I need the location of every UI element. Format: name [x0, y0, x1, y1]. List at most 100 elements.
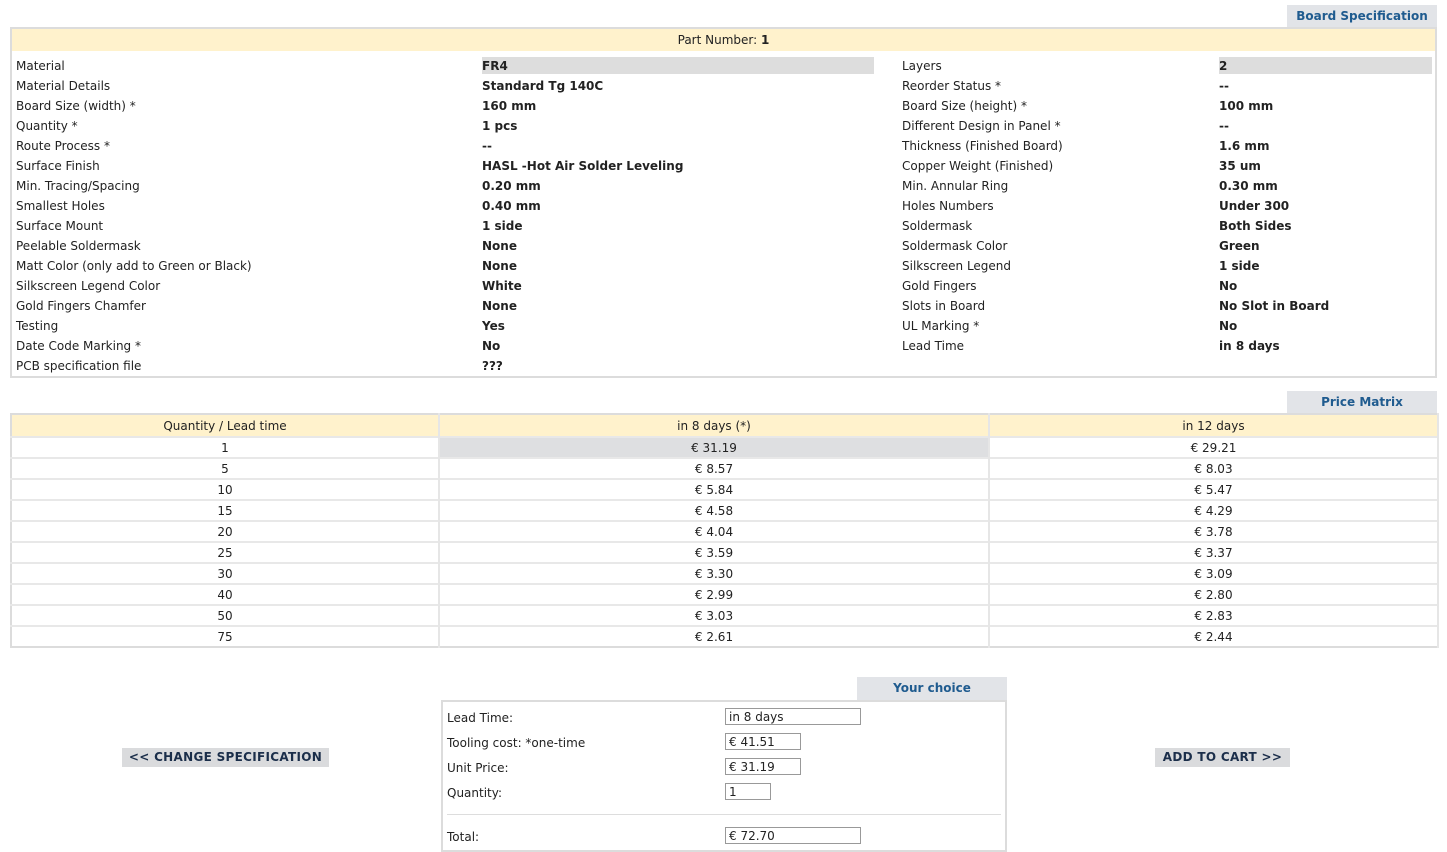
spec-value: in 8 days [1219, 339, 1280, 353]
price-cell[interactable]: € 8.03 [989, 457, 1439, 479]
spec-label: Min. Tracing/Spacing [16, 179, 140, 193]
spec-value: No [1219, 319, 1238, 333]
add-to-cart-button[interactable]: ADD TO CART >> [1155, 748, 1290, 767]
price-row: 75 € 2.61 € 2.44 [11, 625, 1439, 647]
spec-value: HASL -Hot Air Solder Leveling [482, 159, 684, 173]
row-highlight [482, 57, 874, 74]
price-row: 30 € 3.30 € 3.09 [11, 562, 1439, 584]
price-cell[interactable]: € 4.58 [439, 499, 990, 521]
price-cell[interactable]: € 4.04 [439, 520, 990, 542]
spec-value: 2 [1219, 59, 1228, 73]
header-8-days: in 8 days (*) [439, 414, 990, 437]
spec-label: UL Marking * [902, 319, 980, 333]
spec-value: 1 side [482, 219, 523, 233]
spec-label: Thickness (Finished Board) [902, 139, 1063, 153]
spec-label: Date Code Marking * [16, 339, 141, 353]
spec-row: Testing Yes UL Marking * No [12, 316, 1435, 336]
spec-row: Smallest Holes 0.40 mm Holes Numbers Under … [12, 196, 1435, 216]
quantity-cell: 40 [11, 583, 440, 605]
spec-label: Board Size (height) * [902, 99, 1027, 113]
header-quantity-lead-time: Quantity / Lead time [11, 414, 440, 437]
price-matrix-table: Quantity / Lead time in 8 days (*) in 12… [10, 413, 1439, 648]
price-cell[interactable]: € 2.44 [989, 625, 1439, 647]
spec-value: 0.40 mm [482, 199, 541, 213]
price-cell[interactable]: € 3.09 [989, 562, 1439, 584]
spec-label: Surface Finish [16, 159, 100, 173]
spec-label: Material [16, 59, 65, 73]
spec-row: Matt Color (only add to Green or Black) N… [12, 256, 1435, 276]
spec-label: Gold Fingers [902, 279, 977, 293]
tooling-cost-label: Tooling cost: *one-time [447, 736, 586, 750]
quantity-cell: 1 [11, 436, 440, 458]
price-cell[interactable]: € 3.30 [439, 562, 990, 584]
total-label: Total: [447, 830, 480, 844]
spec-label: Peelable Soldermask [16, 239, 141, 253]
spec-value: -- [1219, 119, 1229, 133]
price-cell[interactable]: € 31.19 [439, 436, 990, 458]
spec-value: 1 pcs [482, 119, 518, 133]
spec-value: 1 side [1219, 259, 1260, 273]
spec-value: White [482, 279, 522, 293]
price-cell[interactable]: € 2.80 [989, 583, 1439, 605]
tab-board-specification[interactable]: Board Specification [1287, 5, 1437, 27]
price-cell[interactable]: € 5.47 [989, 478, 1439, 500]
price-cell[interactable]: € 8.57 [439, 457, 990, 479]
price-cell[interactable]: € 3.59 [439, 541, 990, 563]
spec-value: 35 um [1219, 159, 1261, 173]
spec-label: Quantity * [16, 119, 78, 133]
spec-label: Reorder Status * [902, 79, 1002, 93]
lead-time-field[interactable]: in 8 days [725, 708, 861, 725]
quantity-field[interactable]: 1 [725, 783, 771, 800]
spec-rows: Material FR4 Layers 2 Material Details Standa… [12, 56, 1435, 376]
spec-value: 1.6 mm [1219, 139, 1270, 153]
spec-value: No [482, 339, 501, 353]
spec-label: Soldermask [902, 219, 973, 233]
spec-value: No Slot in Board [1219, 299, 1330, 313]
tab-your-choice[interactable]: Your choice [857, 677, 1007, 700]
price-cell[interactable]: € 2.61 [439, 625, 990, 647]
spec-label: Silkscreen Legend Color [16, 279, 161, 293]
spec-value: None [482, 299, 517, 313]
quantity-cell: 10 [11, 478, 440, 500]
quantity-cell: 30 [11, 562, 440, 584]
spec-value: Yes [482, 319, 505, 333]
spec-label: Material Details [16, 79, 111, 93]
price-row: 50 € 3.03 € 2.83 [11, 604, 1439, 626]
total-field[interactable]: € 72.70 [725, 827, 861, 844]
spec-label: Matt Color (only add to Green or Black) [16, 259, 252, 273]
change-specification-button[interactable]: << CHANGE SPECIFICATION [122, 748, 329, 767]
spec-label: Gold Fingers Chamfer [16, 299, 146, 313]
price-cell[interactable]: € 3.37 [989, 541, 1439, 563]
spec-row: Date Code Marking * No Lead Time in 8 days [12, 336, 1435, 356]
spec-label: PCB specification file [16, 359, 142, 373]
spec-row: Surface Finish HASL -Hot Air Solder Level… [12, 156, 1435, 176]
price-cell[interactable]: € 2.99 [439, 583, 990, 605]
price-cell[interactable]: € 4.29 [989, 499, 1439, 521]
tab-price-matrix[interactable]: Price Matrix [1287, 391, 1437, 413]
spec-row: Route Process * -- Thickness (Finished Boa… [12, 136, 1435, 156]
spec-row: Quantity * 1 pcs Different Design in Panel… [12, 116, 1435, 136]
price-row: 5 € 8.57 € 8.03 [11, 457, 1439, 479]
lead-time-label: Lead Time: [447, 711, 514, 725]
price-row: 20 € 4.04 € 3.78 [11, 520, 1439, 542]
spec-label: Copper Weight (Finished) [902, 159, 1054, 173]
board-specification-panel: Part Number: 1 Material FR4 Layers 2 Materia… [10, 27, 1437, 378]
price-row: 40 € 2.99 € 2.80 [11, 583, 1439, 605]
spec-value: No [1219, 279, 1238, 293]
tooling-cost-field[interactable]: € 41.51 [725, 733, 801, 750]
price-cell[interactable]: € 3.78 [989, 520, 1439, 542]
price-cell[interactable]: € 3.03 [439, 604, 990, 626]
spec-row: Peelable Soldermask None Soldermask Color G… [12, 236, 1435, 256]
spec-value: 160 mm [482, 99, 537, 113]
price-cell[interactable]: € 29.21 [989, 436, 1439, 458]
unit-price-field[interactable]: € 31.19 [725, 758, 801, 775]
spec-label: Smallest Holes [16, 199, 105, 213]
spec-value: ??? [482, 359, 503, 373]
spec-value: -- [482, 139, 492, 153]
price-cell[interactable]: € 2.83 [989, 604, 1439, 626]
spec-row: Board Size (width) * 160 mm Board Size (he… [12, 96, 1435, 116]
spec-value: 0.20 mm [482, 179, 541, 193]
price-cell[interactable]: € 5.84 [439, 478, 990, 500]
price-row: 15 € 4.58 € 4.29 [11, 499, 1439, 521]
quantity-cell: 50 [11, 604, 440, 626]
